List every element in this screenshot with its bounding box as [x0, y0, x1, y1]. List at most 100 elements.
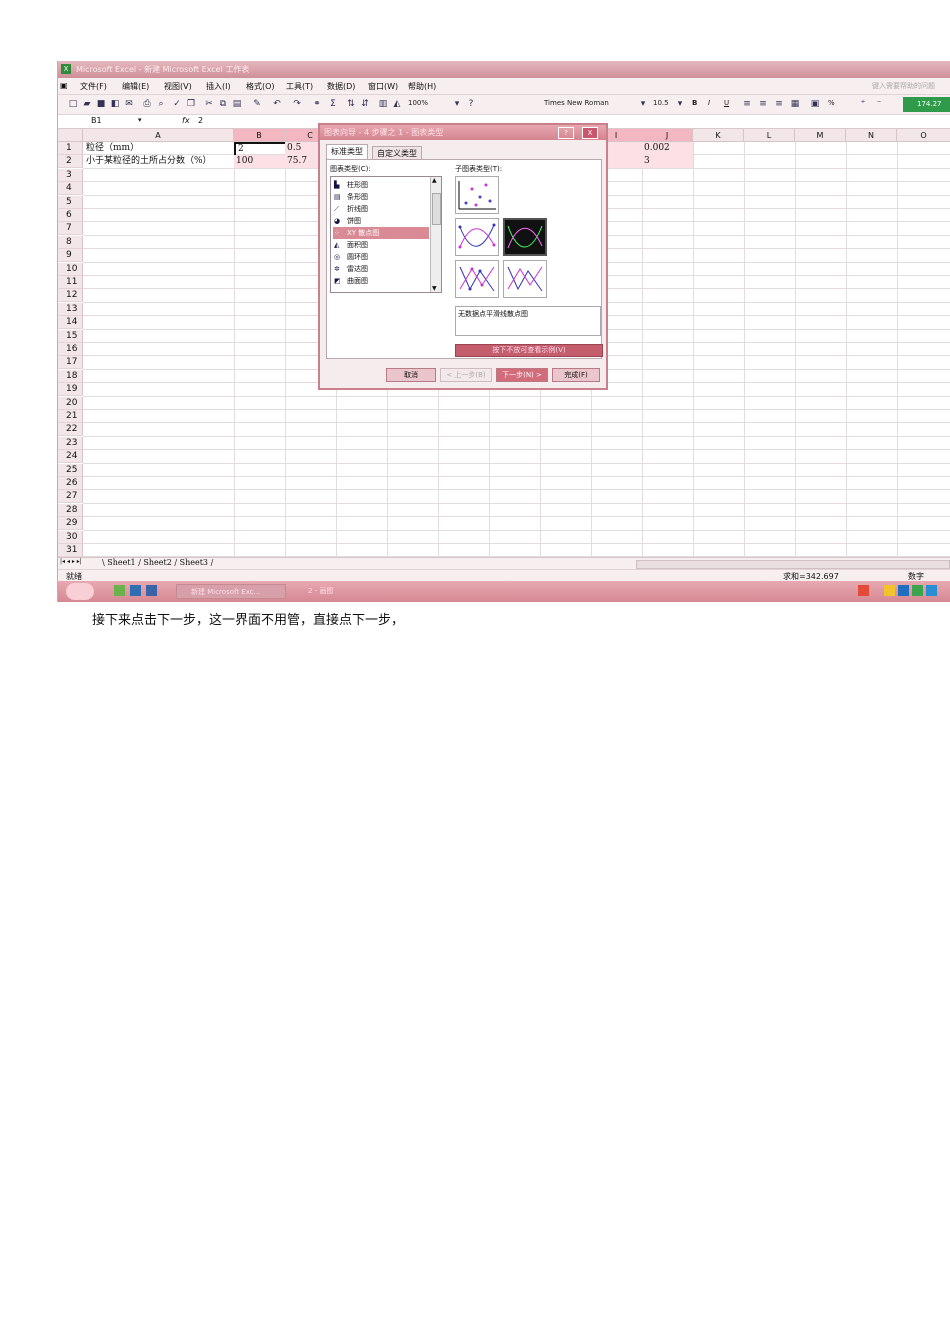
help-icon[interactable]: ?	[466, 99, 476, 109]
col-header-n[interactable]: N	[846, 129, 897, 142]
tab-standard-types[interactable]: 标准类型	[326, 144, 368, 160]
col-header-j[interactable]: J	[642, 129, 693, 142]
row-header[interactable]: 19	[58, 383, 83, 397]
menu-help[interactable]: 帮助(H)	[408, 81, 436, 92]
list-item-xy-scatter[interactable]: ⁘ XY 散点图	[333, 227, 429, 239]
spelling-icon[interactable]: ✓	[172, 99, 182, 109]
list-item-doughnut[interactable]: ◎ 圆环图	[333, 251, 429, 263]
underline-button[interactable]: U	[724, 99, 729, 107]
subtype-straight-lines[interactable]	[503, 260, 547, 298]
back-button[interactable]: < 上一步(B)	[440, 368, 492, 382]
sheet-nav-buttons[interactable]: |◂ ◂ ▸ ▸|	[60, 558, 82, 565]
row-header[interactable]: 5	[58, 195, 83, 209]
save-icon[interactable]: ■	[96, 99, 106, 109]
hyperlink-icon[interactable]: ⚭	[312, 99, 322, 109]
cell-j1[interactable]: 0.002	[642, 142, 693, 155]
row-header[interactable]: 26	[58, 477, 83, 490]
cell-j2[interactable]: 3	[642, 155, 693, 168]
taskbar-paint-button[interactable]: 2 - 画图	[294, 584, 384, 599]
row-header[interactable]: 20	[58, 396, 83, 410]
list-item-bar[interactable]: ▤ 条形图	[333, 191, 429, 203]
list-item-column[interactable]: ▙ 柱形图	[333, 179, 429, 191]
row-header[interactable]: 3	[58, 168, 83, 182]
select-all-corner[interactable]	[58, 129, 83, 142]
align-left-icon[interactable]: ≡	[742, 99, 752, 109]
col-header-a[interactable]: A	[83, 129, 234, 142]
fx-icon[interactable]: fx	[182, 116, 190, 125]
decrease-decimal-icon[interactable]: ⁻	[874, 99, 884, 109]
permission-icon[interactable]: ◧	[110, 99, 120, 109]
name-box-dropdown-icon[interactable]: ▾	[138, 116, 142, 124]
undo-icon[interactable]: ↶	[272, 99, 282, 109]
row-header[interactable]: 6	[58, 209, 83, 222]
row-header[interactable]: 28	[58, 503, 83, 517]
font-select[interactable]: Times New Roman	[544, 99, 609, 107]
menu-view[interactable]: 视图(V)	[164, 81, 192, 92]
menu-window[interactable]: 窗口(W)	[368, 81, 398, 92]
row-header[interactable]: 14	[58, 316, 83, 330]
col-header-l[interactable]: L	[744, 129, 795, 142]
row-header[interactable]: 2	[58, 155, 83, 169]
list-item-radar[interactable]: ✲ 雷达图	[333, 263, 429, 275]
zoom-dropdown-icon[interactable]: ▾	[452, 99, 462, 109]
row-header[interactable]: 25	[58, 463, 83, 477]
sheet-tabs[interactable]: \ Sheet1 / Sheet2 / Sheet3 /	[102, 558, 213, 567]
row-header[interactable]: 1	[58, 142, 83, 155]
font-dropdown-icon[interactable]: ▾	[638, 99, 648, 109]
increase-decimal-icon[interactable]: ⁺	[858, 99, 868, 109]
row-header[interactable]: 8	[58, 235, 83, 249]
paste-icon[interactable]: ▤	[232, 99, 242, 109]
bold-button[interactable]: B	[692, 99, 697, 107]
row-header[interactable]: 11	[58, 276, 83, 289]
start-button[interactable]	[66, 583, 94, 600]
menu-tools[interactable]: 工具(T)	[286, 81, 313, 92]
sort-asc-icon[interactable]: ⇅	[346, 99, 356, 109]
menu-edit[interactable]: 编辑(E)	[122, 81, 149, 92]
tray-update-icon[interactable]	[926, 585, 937, 596]
row-header[interactable]: 16	[58, 343, 83, 356]
row-header[interactable]: 10	[58, 262, 83, 276]
name-box[interactable]: B1	[91, 116, 102, 125]
tray-security-icon[interactable]	[884, 585, 895, 596]
menu-insert[interactable]: 插入(I)	[206, 81, 231, 92]
subtype-scatter-markers[interactable]	[455, 176, 499, 214]
list-item-area[interactable]: ◭ 面积图	[333, 239, 429, 251]
list-item-pie[interactable]: ◕ 饼图	[333, 215, 429, 227]
cell-a1[interactable]: 粒径（mm）	[84, 142, 234, 155]
quicklaunch-desktop-icon[interactable]	[130, 585, 141, 596]
row-header[interactable]: 22	[58, 423, 83, 437]
row-header[interactable]: 4	[58, 182, 83, 196]
list-item-line[interactable]: ⟋ 折线图	[333, 203, 429, 215]
row-header[interactable]: 29	[58, 517, 83, 531]
list-item-surface[interactable]: ◩ 曲面图	[333, 275, 429, 287]
chart-wizard-icon[interactable]: ▥	[378, 99, 388, 109]
quicklaunch-app-icon[interactable]	[146, 585, 157, 596]
subtype-smooth-lines-markers[interactable]	[455, 218, 499, 256]
col-header-m[interactable]: M	[795, 129, 846, 142]
redo-icon[interactable]: ↷	[292, 99, 302, 109]
currency-icon[interactable]: ▣	[810, 99, 820, 109]
cell-b2[interactable]: 100	[234, 155, 285, 168]
help-search-input[interactable]: 键入需要帮助的问题	[872, 81, 935, 91]
dialog-close-button[interactable]: X	[582, 127, 598, 139]
size-dropdown-icon[interactable]: ▾	[675, 99, 685, 109]
tray-volume-icon[interactable]	[912, 585, 923, 596]
row-header[interactable]: 12	[58, 289, 83, 303]
font-size-select[interactable]: 10.5	[653, 99, 669, 107]
cancel-button[interactable]: 取消	[386, 368, 436, 382]
scroll-down-icon[interactable]: ▼	[432, 285, 437, 292]
row-header[interactable]: 17	[58, 356, 83, 370]
align-right-icon[interactable]: ≡	[774, 99, 784, 109]
print-icon[interactable]: ⎙	[142, 99, 152, 109]
row-header[interactable]: 15	[58, 329, 83, 343]
chart-type-list[interactable]: ▙ 柱形图 ▤ 条形图 ⟋ 折线图 ◕ 饼图 ⁘ XY 散点图 ◭ 面积图 ◎ 圆环图 ✲ 雷达…	[330, 176, 442, 293]
chart-type-scrollbar[interactable]: ▲ ▼	[430, 177, 441, 292]
scroll-up-icon[interactable]: ▲	[432, 177, 437, 184]
cut-icon[interactable]: ✂	[204, 99, 214, 109]
row-header[interactable]: 24	[58, 450, 83, 464]
finish-button[interactable]: 完成(F)	[552, 368, 600, 382]
sort-desc-icon[interactable]: ⇵	[360, 99, 370, 109]
print-preview-icon[interactable]: ⌕	[156, 99, 166, 109]
zoom-select[interactable]: 100%	[408, 99, 428, 107]
percent-button[interactable]: %	[828, 99, 835, 107]
